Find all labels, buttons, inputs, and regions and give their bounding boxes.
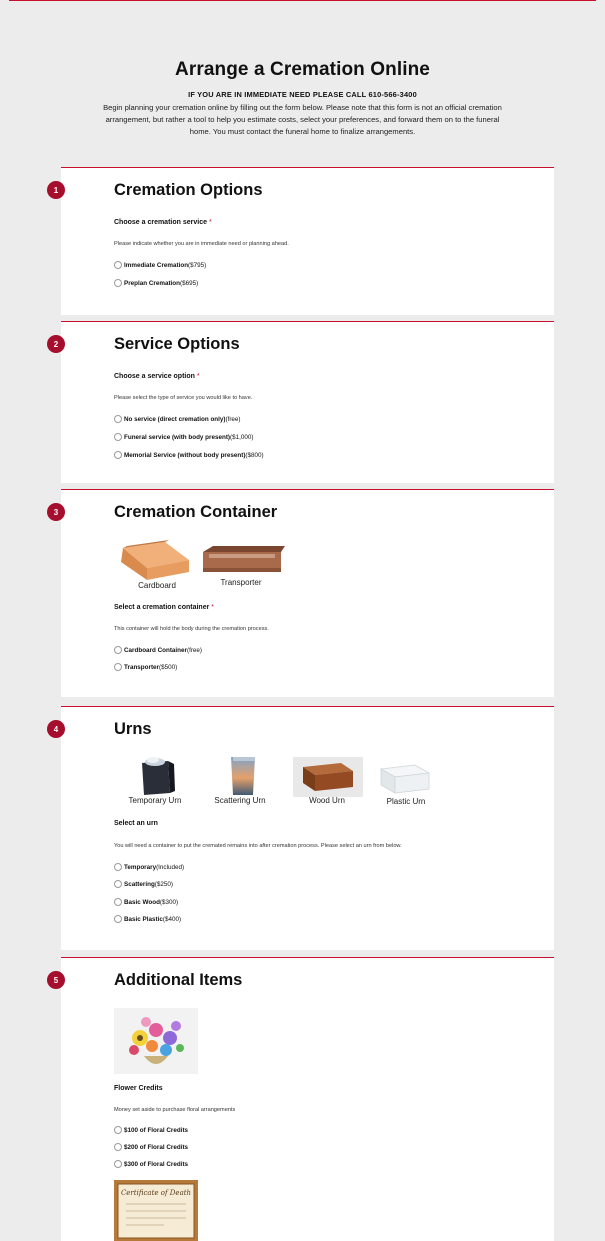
step-badge-4: 4 bbox=[47, 720, 65, 738]
section-cremation-options: 1 Cremation Options Choose a cremation s… bbox=[47, 167, 554, 315]
radio-button[interactable] bbox=[114, 279, 122, 287]
required-asterisk: * bbox=[196, 373, 200, 380]
svg-text:Certificate of Death: Certificate of Death bbox=[121, 1189, 191, 1197]
plastic-urn-icon bbox=[379, 764, 431, 794]
section-title: Cremation Options bbox=[114, 181, 263, 199]
section-title: Urns bbox=[114, 720, 152, 738]
page-title: Arrange a Cremation Online bbox=[175, 59, 430, 80]
helper-text: Money set aside to purchase floral arran… bbox=[114, 1107, 236, 1113]
cremation-form-page: Arrange a Cremation Online IF YOU ARE IN… bbox=[9, 0, 596, 1241]
radio-button[interactable] bbox=[114, 415, 122, 423]
option-100-floral-credits[interactable]: $100 of Floral Credits bbox=[114, 1125, 188, 1135]
radio-button[interactable] bbox=[114, 1126, 122, 1134]
option-cardboard-container[interactable]: Cardboard Container (free) bbox=[114, 645, 202, 655]
urgent-phone-notice: IF YOU ARE IN IMMEDIATE NEED PLEASE CALL… bbox=[188, 90, 417, 99]
option-300-floral-credits[interactable]: $300 of Floral Credits bbox=[114, 1159, 188, 1169]
step-badge-3: 3 bbox=[47, 503, 65, 521]
option-immediate-cremation[interactable]: Immediate Cremation ($795) bbox=[114, 260, 206, 270]
helper-text: You will need a container to put the cre… bbox=[114, 843, 402, 849]
image-caption-scattering-urn: Scattering Urn bbox=[214, 796, 266, 805]
radio-button[interactable] bbox=[114, 915, 122, 923]
section-cremation-container: 3 Cremation Container Cardboard Transpor… bbox=[47, 489, 554, 697]
flower-arrangement-icon bbox=[114, 1008, 198, 1074]
helper-text: Please indicate whether you are in immed… bbox=[114, 241, 289, 247]
radio-button[interactable] bbox=[114, 646, 122, 654]
intro-text: Begin planning your cremation online by … bbox=[103, 103, 502, 136]
section-title: Service Options bbox=[114, 335, 240, 353]
step-badge-1: 1 bbox=[47, 181, 65, 199]
radio-button[interactable] bbox=[114, 898, 122, 906]
temporary-urn-icon bbox=[142, 757, 175, 795]
section-title: Cremation Container bbox=[114, 503, 278, 521]
question-label: Choose a service option * bbox=[114, 373, 200, 380]
cardboard-box-icon bbox=[121, 540, 189, 580]
option-temporary-urn[interactable]: Temporary (Included) bbox=[114, 862, 184, 872]
option-transporter[interactable]: Transporter ($500) bbox=[114, 662, 177, 672]
wood-urn-icon bbox=[293, 757, 363, 797]
transporter-container-icon bbox=[203, 546, 285, 572]
radio-button[interactable] bbox=[114, 863, 122, 871]
option-no-service[interactable]: No service (direct cremation only) (free) bbox=[114, 414, 241, 424]
radio-button[interactable] bbox=[114, 261, 122, 269]
option-basic-plastic-urn[interactable]: Basic Plastic ($400) bbox=[114, 914, 181, 924]
section-service-options: 2 Service Options Choose a service optio… bbox=[47, 321, 554, 483]
question-label: Select an urn bbox=[114, 820, 158, 827]
option-200-floral-credits[interactable]: $200 of Floral Credits bbox=[114, 1142, 188, 1152]
image-caption-transporter: Transporter bbox=[220, 578, 262, 587]
image-caption-temporary-urn: Temporary Urn bbox=[128, 796, 182, 805]
section-additional-items: 5 Additional Items Flower Credits Money … bbox=[47, 957, 554, 1241]
option-basic-wood-urn[interactable]: Basic Wood ($300) bbox=[114, 897, 178, 907]
question-label: Flower Credits bbox=[114, 1085, 163, 1092]
required-asterisk: * bbox=[208, 219, 212, 226]
step-badge-2: 2 bbox=[47, 335, 65, 353]
required-asterisk: * bbox=[211, 604, 215, 611]
option-funeral-service[interactable]: Funeral service (with body present) ($1,0… bbox=[114, 432, 254, 442]
death-certificate-icon: Certificate of Death bbox=[114, 1180, 198, 1241]
image-caption-cardboard: Cardboard bbox=[138, 581, 176, 590]
question-label: Select a cremation container * bbox=[114, 604, 215, 611]
radio-button[interactable] bbox=[114, 1160, 122, 1168]
radio-button[interactable] bbox=[114, 433, 122, 441]
radio-button[interactable] bbox=[114, 663, 122, 671]
option-preplan-cremation[interactable]: Preplan Cremation ($695) bbox=[114, 278, 198, 288]
image-caption-wood-urn: Wood Urn bbox=[309, 796, 345, 805]
option-scattering-urn[interactable]: Scattering ($250) bbox=[114, 879, 173, 889]
helper-text: Please select the type of service you wo… bbox=[114, 395, 253, 401]
radio-button[interactable] bbox=[114, 1143, 122, 1151]
form-header: Arrange a Cremation Online IF YOU ARE IN… bbox=[9, 1, 596, 137]
radio-button[interactable] bbox=[114, 451, 122, 459]
section-urns: 4 Urns Temporary Urn Scattering Urn Wood… bbox=[47, 706, 554, 950]
radio-button[interactable] bbox=[114, 880, 122, 888]
step-badge-5: 5 bbox=[47, 971, 65, 989]
question-label: Choose a cremation service * bbox=[114, 219, 212, 226]
image-caption-plastic-urn: Plastic Urn bbox=[386, 797, 426, 806]
scattering-urn-icon bbox=[231, 757, 255, 795]
helper-text: This container will hold the body during… bbox=[114, 626, 269, 632]
section-title: Additional Items bbox=[114, 971, 243, 989]
option-memorial-service[interactable]: Memorial Service (without body present)(… bbox=[114, 450, 264, 460]
